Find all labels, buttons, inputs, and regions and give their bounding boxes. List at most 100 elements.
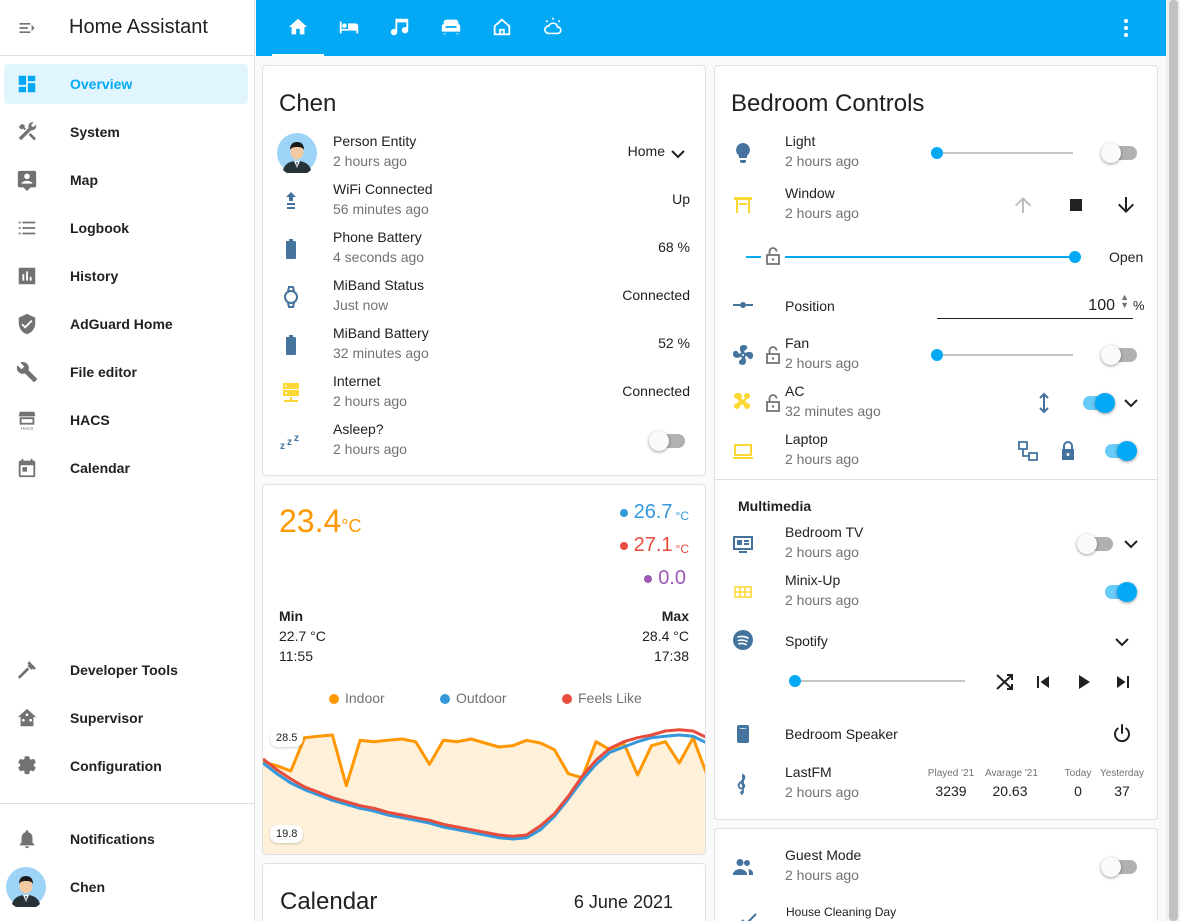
bedroom-speaker-row[interactable]: Bedroom Speaker <box>715 710 1157 758</box>
chen-row-asleep[interactable]: z z z Asleep? 2 hours ago <box>263 417 705 465</box>
sidebar-item-developer-tools[interactable]: Developer Tools <box>4 650 248 690</box>
ac-toggle[interactable] <box>1079 393 1115 413</box>
tab-home[interactable] <box>272 0 324 56</box>
position-input[interactable]: 100 ▲ ▼ <box>937 291 1133 319</box>
row-name: Phone Battery <box>333 229 422 245</box>
chevron-down-icon[interactable] <box>1110 630 1134 654</box>
minix-row[interactable]: Minix-Up 2 hours ago <box>715 568 1157 616</box>
laptop-row[interactable]: Laptop 2 hours ago <box>715 427 1157 475</box>
bedroom-tv-toggle[interactable] <box>1077 534 1113 554</box>
sidebar-item-overview[interactable]: Overview <box>4 64 248 104</box>
skip-next-icon[interactable] <box>1111 670 1135 694</box>
sidebar-item-chen[interactable]: Chen <box>4 867 248 910</box>
sidebar-item-label: Configuration <box>70 758 162 774</box>
sidebar-item-supervisor[interactable]: Supervisor <box>4 698 248 738</box>
chevron-down-icon[interactable] <box>666 142 690 166</box>
card-title: Chen <box>279 90 337 117</box>
tab-living[interactable] <box>425 0 477 56</box>
row-updated: 4 seconds ago <box>333 249 425 265</box>
tab-weather[interactable] <box>527 0 579 56</box>
power-icon[interactable] <box>1110 722 1134 746</box>
guest-mode-row[interactable]: Guest Mode 2 hours ago <box>715 843 1157 891</box>
legend-dot <box>562 694 572 704</box>
music-clef-treble-icon <box>737 773 746 795</box>
minix-toggle[interactable] <box>1101 582 1137 602</box>
chen-row-miband-status[interactable]: MiBand Status Just now Connected <box>263 273 705 321</box>
sidebar-item-system[interactable]: System <box>4 112 248 152</box>
guest-mode-toggle[interactable] <box>1101 857 1137 877</box>
legend-item[interactable]: Feels Like <box>562 690 642 706</box>
sleep-icon: zzz <box>280 433 299 452</box>
stat-label: Today <box>1064 768 1092 779</box>
menu-fold-icon[interactable] <box>16 18 38 38</box>
swap-vertical-icon[interactable] <box>1032 391 1056 415</box>
chen-row-miband-battery[interactable]: MiBand Battery 32 minutes ago 52 % <box>263 321 705 369</box>
arrow-up-icon[interactable] <box>1011 193 1035 217</box>
fan-toggle[interactable] <box>1101 345 1137 365</box>
sidebar-item-map[interactable]: Map <box>4 160 248 200</box>
lan-icon[interactable] <box>1016 439 1040 463</box>
position-name: Position <box>785 298 835 314</box>
sidebar-item-history[interactable]: History <box>4 256 248 296</box>
asleep-toggle[interactable] <box>649 431 685 451</box>
value: 26.7 <box>633 501 673 523</box>
chen-row-person-entity[interactable]: Person Entity 2 hours ago Home <box>263 129 705 177</box>
bedroom-tv-row[interactable]: Bedroom TV 2 hours ago <box>715 520 1157 568</box>
row-value[interactable]: Home <box>628 143 665 159</box>
laptop-toggle[interactable] <box>1101 441 1137 461</box>
position-row[interactable]: Position 100 ▲ ▼ % <box>715 281 1157 329</box>
legend-item[interactable]: Outdoor <box>440 690 507 706</box>
sidebar-item-file-editor[interactable]: File editor <box>4 352 248 392</box>
television-guide-icon <box>733 536 753 553</box>
lock-icon[interactable] <box>1056 439 1080 463</box>
tab-bedroom[interactable] <box>323 0 375 56</box>
legend-item[interactable]: Indoor <box>329 690 385 706</box>
tab-house[interactable] <box>476 0 528 56</box>
shuffle-icon[interactable] <box>993 670 1017 694</box>
chevron-down-icon[interactable] <box>1119 391 1143 415</box>
window-row[interactable]: Window 2 hours ago <box>715 181 1157 229</box>
lastfm-stat: Played '21 3239 <box>926 768 976 799</box>
chen-row-phone-battery[interactable]: Phone Battery 4 seconds ago 68 % <box>263 225 705 273</box>
value: 27.1 <box>633 534 673 556</box>
chen-row-wifi-connected[interactable]: WiFi Connected 56 minutes ago Up <box>263 177 705 225</box>
sidebar-item-adguard-home[interactable]: AdGuard Home <box>4 304 248 344</box>
fan-speed-slider[interactable] <box>931 349 1073 361</box>
chart-y-top: 28.5 <box>270 729 304 747</box>
scrollbar-thumb[interactable] <box>1169 0 1178 921</box>
ac-row[interactable]: AC 32 minutes ago <box>715 379 1157 427</box>
spotify-volume-slider[interactable] <box>789 675 965 687</box>
number-spinner-icon[interactable]: ▲ ▼ <box>1120 293 1129 310</box>
window-shutter-icon <box>734 197 752 213</box>
sidebar-divider <box>0 803 255 804</box>
tab-music[interactable] <box>374 0 426 56</box>
light-brightness-slider[interactable] <box>931 147 1073 159</box>
more-options-icon[interactable] <box>1114 16 1138 40</box>
lastfm-row[interactable]: LastFM 2 hours ago Played '21 3239 Avarage… <box>715 760 1157 810</box>
arrow-down-icon[interactable] <box>1114 193 1138 217</box>
light-row[interactable]: Light 2 hours ago <box>715 129 1157 177</box>
sidebar-item-calendar[interactable]: Calendar <box>4 448 248 488</box>
chevron-down-icon[interactable] <box>1119 532 1143 556</box>
skip-previous-icon[interactable] <box>1031 670 1055 694</box>
sidebar-item-label: HACS <box>70 412 110 428</box>
sidebar-item-hacs[interactable]: HACS HACS <box>4 400 248 440</box>
sidebar-item-notifications[interactable]: Notifications <box>4 819 248 859</box>
sidebar-item-logbook[interactable]: Logbook <box>4 208 248 248</box>
chen-row-internet[interactable]: Internet 2 hours ago Connected <box>263 369 705 417</box>
air-conditioner-icon <box>734 393 750 409</box>
stat-value: 0 <box>1074 783 1082 799</box>
stat-label: Avarage '21 <box>985 768 1038 779</box>
stop-icon[interactable] <box>1064 193 1088 217</box>
fan-row[interactable]: Fan 2 hours ago <box>715 331 1157 379</box>
ray-vertex-icon <box>733 302 753 308</box>
svg-text:HACS: HACS <box>21 426 34 431</box>
play-icon[interactable] <box>1071 670 1095 694</box>
row-value: Up <box>672 191 690 207</box>
spotify-row[interactable]: Spotify <box>715 616 1157 664</box>
window-position-slider[interactable] <box>746 251 1081 263</box>
bell-icon <box>19 830 35 849</box>
sidebar-item-configuration[interactable]: Configuration <box>4 746 248 786</box>
home-assistant-icon <box>17 708 37 727</box>
light-toggle[interactable] <box>1101 143 1137 163</box>
